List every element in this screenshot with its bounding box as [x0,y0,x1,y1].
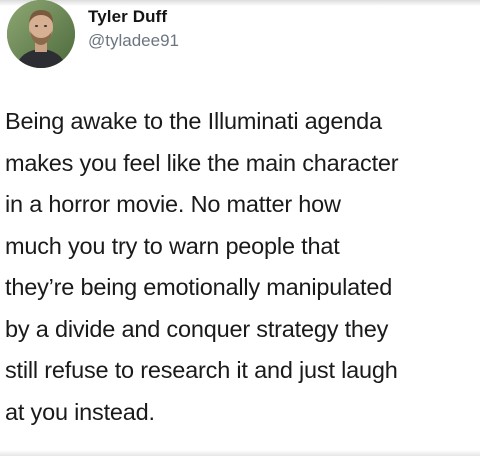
tweet-card: Tyler Duff @tyladee91 Being awake to the… [0,0,480,456]
tweet-text: Being awake to the Illuminati agenda mak… [5,101,477,433]
bottom-edge-shadow [0,450,480,456]
avatar-photo-icon [7,0,75,68]
tweet-text-line: still refuse to research it and just lau… [5,357,398,383]
tweet-text-line: Being awake to the Illuminati agenda [5,108,382,134]
tweet-text-line: by a divide and conquer strategy they [5,315,389,342]
tweet-text-line: they’re being emotionally manipulated [5,274,393,300]
author-handle[interactable]: @tyladee91 [88,31,179,51]
tweet-text-line: makes you feel like the main character [5,149,399,176]
tweet-text-line: in a horror movie. No matter how [5,191,341,217]
author-display-name[interactable]: Tyler Duff [88,7,167,27]
avatar[interactable] [7,0,75,68]
tweet-text-line: much you try to warn people that [5,232,340,259]
tweet-text-line: at you instead. [5,398,155,425]
